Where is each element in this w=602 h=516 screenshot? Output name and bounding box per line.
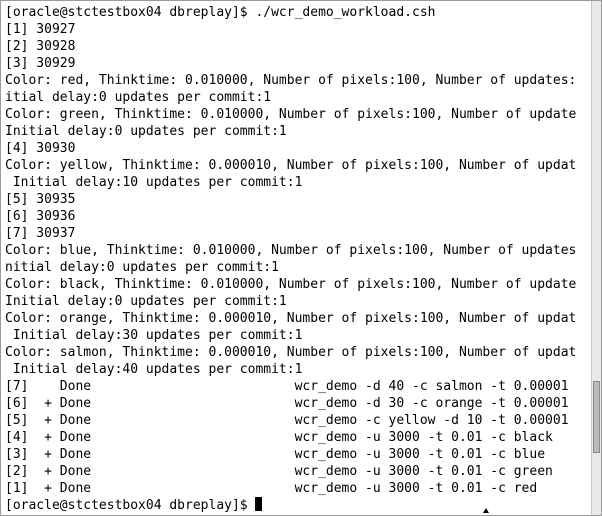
terminal-line: itial delay:0 updates per commit:1 [5,90,272,105]
terminal-window[interactable]: [oracle@stctestbox04 dbreplay]$ ./wcr_de… [0,0,602,516]
terminal-line: [2] 30928 [5,39,76,54]
terminal-line: Initial delay:30 updates per commit:1 [5,328,303,343]
terminal-line: [4] + Done wcr_demo -u 3000 -t 0.01 -c b… [5,430,553,445]
terminal-line: [7] Done wcr_demo -d 40 -c salmon -t 0.0… [5,379,569,394]
mouse-pointer-icon [483,508,489,513]
terminal-line: Initial delay:40 updates per commit:1 [5,362,303,377]
terminal-line: [2] + Done wcr_demo -u 3000 -t 0.01 -c g… [5,464,553,479]
terminal-line: [1] 30927 [5,22,76,37]
terminal-prompt: [oracle@stctestbox04 dbreplay]$ [5,498,256,513]
text-cursor [255,497,263,511]
terminal-line: Color: green, Thinktime: 0.010000, Numbe… [5,107,577,122]
terminal-line: Color: black, Thinktime: 0.010000, Numbe… [5,277,577,292]
terminal-line: Color: orange, Thinktime: 0.000010, Numb… [5,311,577,326]
terminal-line: [oracle@stctestbox04 dbreplay]$ ./wcr_de… [5,5,436,20]
scrollbar-thumb[interactable] [593,381,600,453]
terminal-line: Initial delay:0 updates per commit:1 [5,294,287,309]
terminal-line: Color: red, Thinktime: 0.010000, Number … [5,73,577,88]
vertical-scrollbar[interactable] [591,1,601,515]
terminal-line: [6] + Done wcr_demo -d 30 -c orange -t 0… [5,396,569,411]
terminal-line: [5] + Done wcr_demo -c yellow -d 10 -t 0… [5,413,569,428]
terminal-line: Color: blue, Thinktime: 0.010000, Number… [5,243,577,258]
terminal-line: [1] + Done wcr_demo -u 3000 -t 0.01 -c r… [5,481,538,496]
terminal-line: Color: yellow, Thinktime: 0.000010, Numb… [5,158,577,173]
terminal-line: Color: salmon, Thinktime: 0.000010, Numb… [5,345,577,360]
terminal-line: Initial delay:0 updates per commit:1 [5,124,287,139]
terminal-line: [7] 30937 [5,226,76,241]
terminal-prompt-line[interactable]: [oracle@stctestbox04 dbreplay]$ [5,497,591,514]
terminal-output[interactable]: [oracle@stctestbox04 dbreplay]$ ./wcr_de… [5,4,591,514]
terminal-line: Initial delay:10 updates per commit:1 [5,175,303,190]
terminal-line: [3] + Done wcr_demo -u 3000 -t 0.01 -c b… [5,447,546,462]
terminal-line: nitial delay:0 updates per commit:1 [5,260,279,275]
terminal-line: [6] 30936 [5,209,76,224]
terminal-line: [3] 30929 [5,56,76,71]
terminal-line: [5] 30935 [5,192,76,207]
terminal-line: [4] 30930 [5,141,76,156]
